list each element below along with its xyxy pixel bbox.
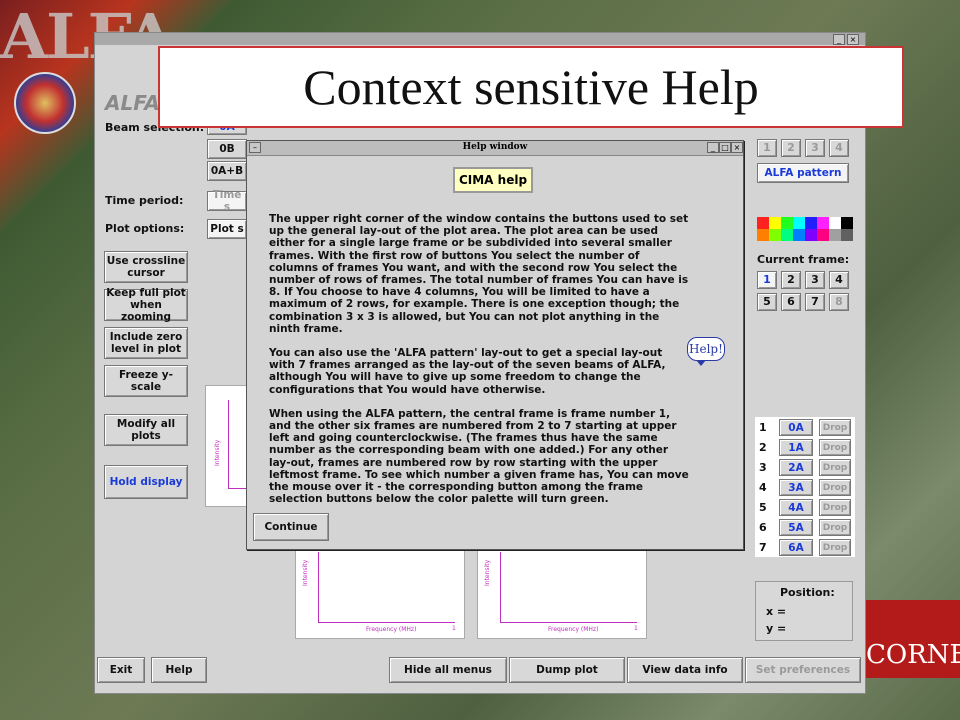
frame-row-number: 2 xyxy=(759,441,767,454)
frame-row-number: 5 xyxy=(759,501,767,514)
help-text: The upper right corner of the window con… xyxy=(269,213,689,517)
frame-3-button[interactable]: 3 xyxy=(805,271,825,289)
slide-title: Context sensitive Help xyxy=(158,46,904,128)
dump-plot-button[interactable]: Dump plot xyxy=(509,657,625,683)
frame-row-drop-button[interactable]: Drop xyxy=(819,419,851,436)
frame-5-button[interactable]: 5 xyxy=(757,293,777,311)
close-icon[interactable]: × xyxy=(731,142,743,153)
plot-ylabel: Intensity xyxy=(302,559,309,586)
position-x: x = xyxy=(766,605,787,618)
frame-row-beam-button[interactable]: 3A xyxy=(779,479,813,496)
frame-row-drop-button[interactable]: Drop xyxy=(819,519,851,536)
cima-help-heading: CIMA help xyxy=(453,167,533,193)
frame-row-drop-button[interactable]: Drop xyxy=(819,479,851,496)
columns-1-button[interactable]: 1 xyxy=(757,139,777,157)
plot-ylabel: Intensity xyxy=(214,439,221,466)
plot-frame-lower-right[interactable]: Intensity Frequency (MHz) 1 xyxy=(477,545,647,639)
columns-3-button[interactable]: 3 xyxy=(805,139,825,157)
frame-4-button[interactable]: 4 xyxy=(829,271,849,289)
frame-1-button[interactable]: 1 xyxy=(757,271,777,289)
view-data-info-button[interactable]: View data info xyxy=(627,657,743,683)
help-paragraph-1: The upper right corner of the window con… xyxy=(269,213,689,335)
exit-button[interactable]: Exit xyxy=(97,657,145,683)
help-paragraph-2: You can also use the 'ALFA pattern' lay-… xyxy=(269,347,666,396)
columns-4-button[interactable]: 4 xyxy=(829,139,849,157)
keep-full-plot-button[interactable]: Keep full plot when zooming xyxy=(104,287,188,323)
plot-xlabel: Frequency (MHz) xyxy=(366,626,417,633)
plot-x-tick: 1 xyxy=(634,625,638,632)
plot-ylabel: Intensity xyxy=(484,559,491,586)
frame-6-button[interactable]: 6 xyxy=(781,293,801,311)
freeze-y-scale-button[interactable]: Freeze y-scale xyxy=(104,365,188,397)
continue-button[interactable]: Continue xyxy=(253,513,329,541)
help-paragraph-3: When using the ALFA pattern, the central… xyxy=(269,407,689,506)
frame-row-beam-button[interactable]: 4A xyxy=(779,499,813,516)
modify-all-plots-button[interactable]: Modify all plots xyxy=(104,414,188,446)
frame-row-beam-button[interactable]: 2A xyxy=(779,459,813,476)
plot-options-select[interactable]: Plot s xyxy=(207,219,247,239)
alfa-logo: ALFA xyxy=(105,91,160,115)
help-window-title: Help window xyxy=(462,142,528,152)
frame-row-drop-button[interactable]: Drop xyxy=(819,539,851,556)
frame-row-drop-button[interactable]: Drop xyxy=(819,459,851,476)
position-y: y = xyxy=(766,622,787,635)
frame-row-number: 3 xyxy=(759,461,767,474)
set-preferences-button[interactable]: Set preferences xyxy=(745,657,861,683)
columns-2-button[interactable]: 2 xyxy=(781,139,801,157)
frame-row-number: 7 xyxy=(759,541,767,554)
frame-row-drop-button[interactable]: Drop xyxy=(819,439,851,456)
frame-row-beam-button[interactable]: 1A xyxy=(779,439,813,456)
plot-options-label: Plot options: xyxy=(105,222,185,235)
beam-0a-b-button[interactable]: 0A+B xyxy=(207,161,247,181)
color-palette[interactable] xyxy=(757,217,853,241)
beam-0b-button[interactable]: 0B xyxy=(207,139,247,159)
frame-8-button[interactable]: 8 xyxy=(829,293,849,311)
help-window: – Help window _ □ × CIMA help The upper … xyxy=(246,140,744,550)
frame-row-number: 4 xyxy=(759,481,767,494)
frame-7-button[interactable]: 7 xyxy=(805,293,825,311)
frame-row-drop-button[interactable]: Drop xyxy=(819,499,851,516)
plot-xlabel: Frequency (MHz) xyxy=(548,626,599,633)
minimize-icon[interactable]: _ xyxy=(833,34,845,45)
frame-row-beam-button[interactable]: 6A xyxy=(779,539,813,556)
frame-2-button[interactable]: 2 xyxy=(781,271,801,289)
time-period-label: Time period: xyxy=(105,194,184,207)
frame-row-number: 1 xyxy=(759,421,767,434)
plot-frame-left[interactable]: Intensity xyxy=(205,385,251,507)
help-button[interactable]: Help xyxy=(151,657,207,683)
frame-row-number: 6 xyxy=(759,521,767,534)
main-titlebar xyxy=(95,33,865,45)
crossline-cursor-button[interactable]: Use crossline cursor xyxy=(104,251,188,283)
plot-frame-lower-left[interactable]: Intensity Frequency (MHz) 1 xyxy=(295,545,465,639)
cornell-logo-text: CORNELL xyxy=(866,640,960,670)
close-icon[interactable]: × xyxy=(847,34,859,45)
help-bubble-icon: Help! xyxy=(687,337,725,366)
plot-x-tick: 1 xyxy=(452,625,456,632)
maximize-icon[interactable]: □ xyxy=(719,142,731,153)
frame-row-beam-button[interactable]: 0A xyxy=(779,419,813,436)
include-zero-button[interactable]: Include zero level in plot xyxy=(104,327,188,359)
hide-all-menus-button[interactable]: Hide all menus xyxy=(389,657,507,683)
alfa-pattern-button[interactable]: ALFA pattern xyxy=(757,163,849,183)
institution-seal-icon xyxy=(14,72,76,134)
current-frame-label: Current frame: xyxy=(757,253,850,266)
position-label: Position: xyxy=(780,586,835,599)
position-panel: Position: x = y = xyxy=(755,581,853,641)
hold-display-button[interactable]: Hold display xyxy=(104,465,188,499)
time-period-select[interactable]: Time s xyxy=(207,189,247,213)
minimize-icon[interactable]: _ xyxy=(707,142,719,153)
frame-row-beam-button[interactable]: 5A xyxy=(779,519,813,536)
